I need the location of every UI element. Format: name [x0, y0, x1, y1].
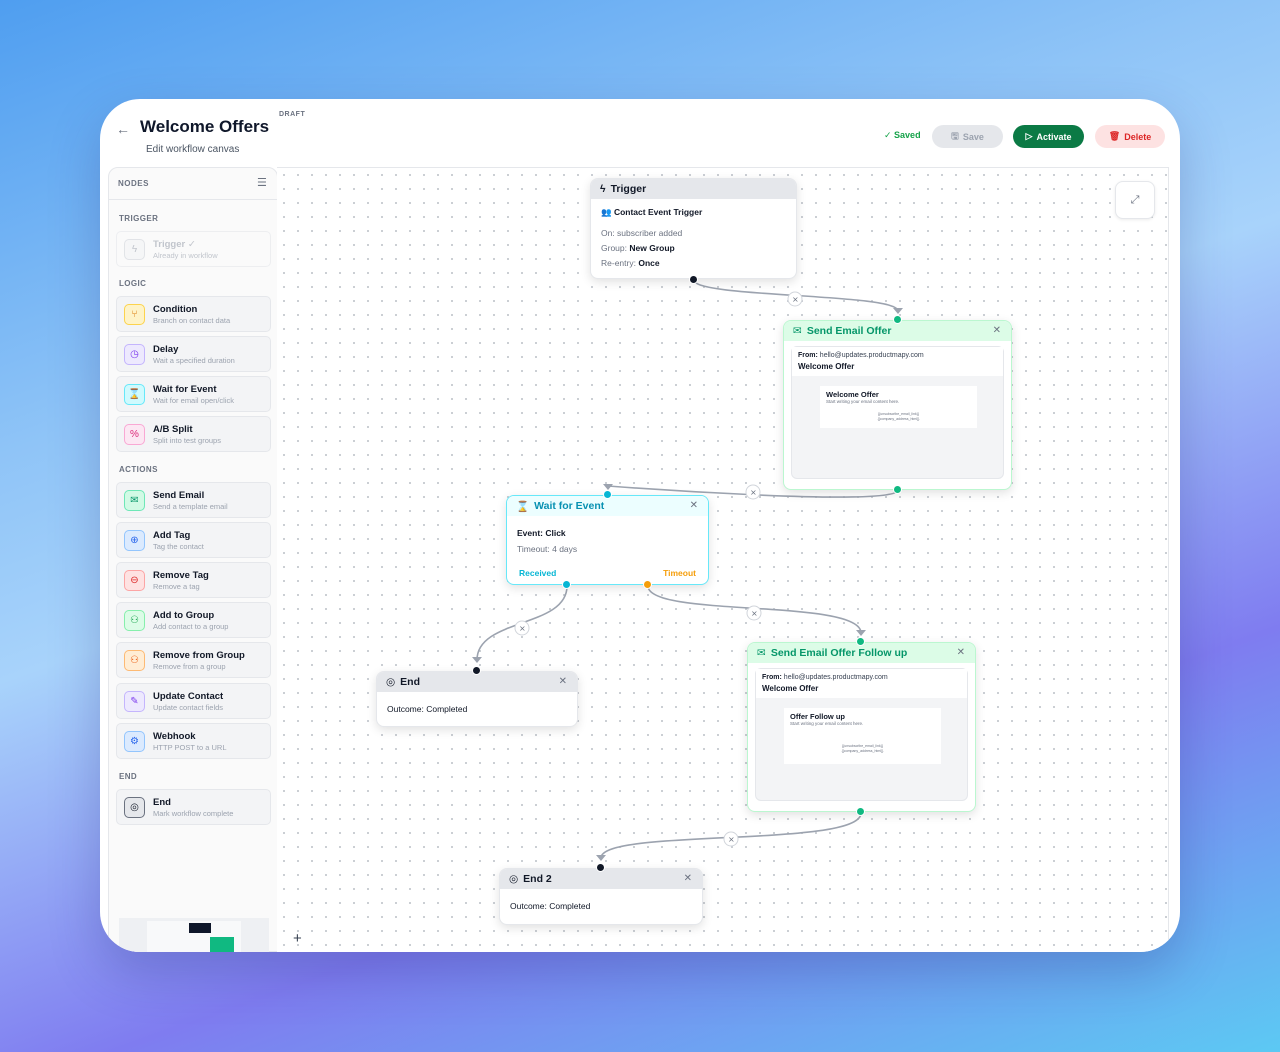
status-badge: DRAFT: [279, 111, 306, 118]
svg-text:×: ×: [792, 295, 799, 304]
activate-button[interactable]: ▷ Activate: [1013, 125, 1084, 148]
sidebar-item-trigger: ϟ Trigger ✓ Already in workflow: [116, 231, 271, 267]
input-handle[interactable]: [472, 666, 481, 675]
timeout-branch-label: Timeout: [663, 568, 696, 578]
sidebar-title: NODES: [118, 179, 149, 188]
play-icon: ▷: [1025, 131, 1033, 141]
svg-text:×: ×: [519, 624, 526, 633]
tag-minus-icon: ⊖: [124, 570, 145, 591]
saved-indicator: ✓ Saved: [884, 130, 921, 140]
close-icon[interactable]: ✕: [993, 325, 1001, 336]
stop-circle-icon: ◎: [509, 873, 519, 885]
section-end: END: [119, 772, 138, 781]
sidebar-item-delay[interactable]: ◷ Delay Wait a specified duration: [116, 336, 271, 372]
sidebar-item-ab-split[interactable]: % A/B Split Split into test groups: [116, 416, 271, 452]
users-icon: 👥: [601, 207, 614, 217]
end-2-node[interactable]: ◎ End 2 ✕ Outcome: Completed: [499, 868, 703, 925]
close-icon[interactable]: ✕: [957, 647, 965, 658]
node-header: ◎ End ✕: [377, 672, 577, 692]
page-subtitle: Edit workflow canvas: [146, 144, 240, 155]
sidebar-item-end[interactable]: ◎ End Mark workflow complete: [116, 789, 271, 825]
sidebar-item-remove-tag[interactable]: ⊖ Remove Tag Remove a tag: [116, 562, 271, 598]
user-plus-icon: ⚇: [124, 610, 145, 631]
expand-icon[interactable]: ⤢: [1115, 181, 1155, 219]
sidebar-item-wait-for-event[interactable]: ⌛ Wait for Event Wait for email open/cli…: [116, 376, 271, 412]
menu-icon[interactable]: ☰: [257, 176, 267, 189]
minimap[interactable]: [119, 918, 269, 952]
bolt-icon: ϟ: [124, 239, 145, 260]
branch-icon: ⑂: [124, 304, 145, 325]
svg-text:×: ×: [751, 609, 758, 618]
minimap-node: [210, 937, 234, 952]
floppy-icon: 🖫: [951, 130, 959, 141]
output-handle[interactable]: [856, 807, 865, 816]
sidebar-item-update-contact[interactable]: ✎ Update Contact Update contact fields: [116, 683, 271, 719]
node-header: ✉ Send Email Offer Follow up ✕: [748, 643, 975, 663]
received-handle[interactable]: [562, 580, 571, 589]
hourglass-icon: ⌛: [516, 500, 530, 513]
stop-circle-icon: ◎: [124, 797, 145, 818]
svg-text:×: ×: [728, 835, 735, 844]
send-email-offer-node[interactable]: ✉ Send Email Offer ✕ From: hello@updates…: [783, 320, 1012, 490]
section-actions: ACTIONS: [119, 465, 158, 474]
input-handle[interactable]: [893, 315, 902, 324]
user-minus-icon: ⚇: [124, 650, 145, 671]
section-logic: LOGIC: [119, 279, 147, 288]
mail-icon: ✉: [757, 647, 766, 659]
node-header: ⌛ Wait for Event ✕: [507, 496, 708, 516]
input-handle[interactable]: [596, 863, 605, 872]
close-icon[interactable]: ✕: [684, 873, 692, 884]
input-handle[interactable]: [603, 490, 612, 499]
bolt-icon: ϟ: [600, 183, 606, 195]
section-trigger: TRIGGER: [119, 214, 159, 223]
sidebar-item-remove-from-group[interactable]: ⚇ Remove from Group Remove from a group: [116, 642, 271, 678]
workflow-canvas[interactable]: × × × × × ϟ Trigger 👥 Contact Event Trig…: [277, 167, 1169, 952]
send-email-offer-follow-up-node[interactable]: ✉ Send Email Offer Follow up ✕ From: hel…: [747, 642, 976, 812]
app-window: ← Welcome Offers DRAFT Edit workflow can…: [100, 99, 1180, 952]
sidebar-item-webhook[interactable]: ⚙ Webhook HTTP POST to a URL: [116, 723, 271, 759]
sidebar-item-add-tag[interactable]: ⊕ Add Tag Tag the contact: [116, 522, 271, 558]
mail-icon: ✉: [124, 490, 145, 511]
percent-icon: %: [124, 424, 145, 445]
clock-icon: ◷: [124, 344, 145, 365]
mail-icon: ✉: [793, 325, 802, 337]
end-node[interactable]: ◎ End ✕ Outcome: Completed: [376, 671, 578, 727]
close-icon[interactable]: ✕: [559, 676, 567, 687]
received-branch-label: Received: [519, 568, 557, 578]
arrow-left-icon[interactable]: ←: [116, 121, 130, 137]
stop-circle-icon: ◎: [386, 676, 396, 688]
node-header: ϟ Trigger: [591, 179, 796, 199]
node-header: ◎ End 2 ✕: [500, 869, 702, 889]
close-icon[interactable]: ✕: [690, 500, 698, 511]
edges-layer: × × × × ×: [472, 279, 903, 861]
timeout-handle[interactable]: [643, 580, 652, 589]
sidebar-item-add-to-group[interactable]: ⚇ Add to Group Add contact to a group: [116, 602, 271, 638]
trigger-node[interactable]: ϟ Trigger 👥 Contact Event Trigger On: su…: [590, 178, 797, 279]
webhook-icon: ⚙: [124, 731, 145, 752]
output-handle[interactable]: [689, 275, 698, 284]
check-icon: ✓: [884, 130, 895, 140]
output-handle[interactable]: [893, 485, 902, 494]
email-preview-card: From: hello@updates.productmapy.com Welc…: [791, 346, 1004, 479]
page-title: Welcome Offers: [140, 117, 270, 136]
divider: [109, 199, 277, 200]
sidebar-item-condition[interactable]: ⑂ Condition Branch on contact data: [116, 296, 271, 332]
node-header: ✉ Send Email Offer ✕: [784, 321, 1011, 341]
minimap-node: [189, 923, 211, 933]
delete-button[interactable]: 🗑 Delete: [1095, 125, 1165, 148]
tag-plus-icon: ⊕: [124, 530, 145, 551]
trash-icon: 🗑: [1108, 131, 1121, 141]
wait-for-event-node[interactable]: ⌛ Wait for Event ✕ Event: Click Timeout:…: [506, 495, 709, 585]
email-preview-card: From: hello@updates.productmapy.com Welc…: [755, 668, 968, 801]
user-edit-icon: ✎: [124, 691, 145, 712]
plus-icon[interactable]: +: [293, 930, 302, 947]
sidebar-item-send-email[interactable]: ✉ Send Email Send a template email: [116, 482, 271, 518]
save-button[interactable]: 🖫 Save: [932, 125, 1003, 148]
input-handle[interactable]: [856, 637, 865, 646]
svg-text:×: ×: [750, 488, 757, 497]
hourglass-icon: ⌛: [124, 384, 145, 405]
nodes-sidebar: NODES ☰ TRIGGER ϟ Trigger ✓ Already in w…: [108, 167, 278, 952]
